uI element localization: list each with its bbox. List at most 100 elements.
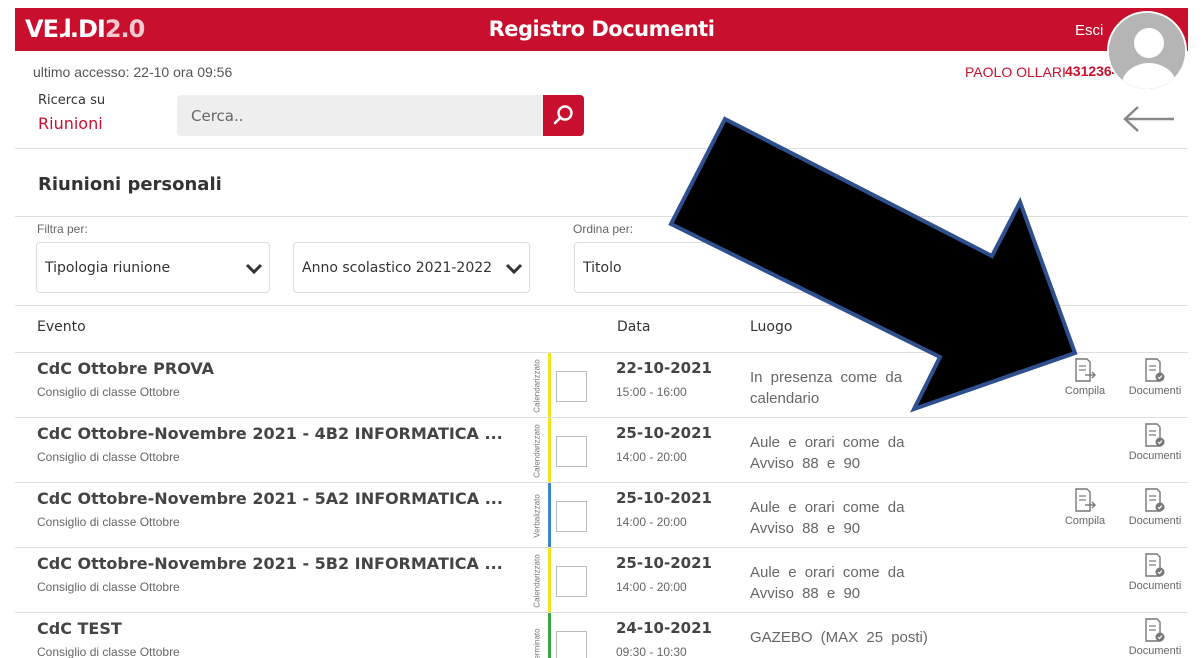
row-title: CdC Ottobre-Novembre 2021 - 4B2 INFORMAT…: [37, 424, 503, 443]
search-icon: [553, 105, 573, 125]
avatar-icon: [1109, 13, 1185, 89]
section-title: Riunioni personali: [38, 174, 222, 195]
search-button[interactable]: [543, 95, 584, 136]
compile-button[interactable]: Compila: [1055, 357, 1115, 397]
user-avatar[interactable]: [1107, 11, 1187, 91]
row-subtitle: Consiglio di classe Ottobre: [37, 385, 180, 399]
top-bar: VEɺ.DI2.0 Registro Documenti Esci: [15, 8, 1188, 51]
documents-button[interactable]: Documenti: [1125, 487, 1185, 527]
row-subtitle: Consiglio di classe Ottobre: [37, 515, 180, 529]
documents-label: Documenti: [1128, 450, 1182, 462]
row-time: 15:00 - 16:00: [616, 385, 687, 399]
row-date: 22-10-2021: [616, 359, 712, 377]
documents-button[interactable]: Documenti: [1125, 617, 1185, 657]
documents-button[interactable]: Documenti: [1125, 357, 1185, 397]
row-title: CdC TEST: [37, 619, 122, 638]
school-year-value: Anno scolastico 2021-2022: [302, 260, 493, 276]
meeting-type-value: Tipologia riunione: [45, 260, 171, 276]
divider: [15, 148, 1188, 149]
row-checkbox[interactable]: [556, 436, 587, 467]
row-time: 14:00 - 20:00: [616, 580, 687, 594]
page-title: Registro Documenti: [488, 17, 715, 41]
logout-link[interactable]: Esci: [1075, 22, 1103, 39]
row-status-label: Terminato: [532, 628, 542, 658]
row-status: Terminato: [530, 617, 544, 658]
row-status-bar: [548, 483, 551, 547]
row-time: 14:00 - 20:00: [616, 450, 687, 464]
row-subtitle: Consiglio di classe Ottobre: [37, 580, 180, 594]
row-checkbox[interactable]: [556, 501, 587, 532]
row-title: CdC Ottobre-Novembre 2021 - 5B2 INFORMAT…: [37, 554, 503, 573]
documents-label: Documenti: [1128, 645, 1182, 657]
row-status-label: Calendarizzato: [532, 424, 542, 478]
row-time: 14:00 - 20:00: [616, 515, 687, 529]
documents-label: Documenti: [1128, 515, 1182, 527]
row-subtitle: Consiglio di classe Ottobre: [37, 450, 180, 464]
school-year-select[interactable]: Anno scolastico 2021-2022: [293, 242, 530, 293]
row-place: GAZEBO (MAX 25 posti): [750, 629, 928, 646]
order-value: Titolo: [583, 260, 622, 276]
compile-icon: [1075, 488, 1096, 512]
document-check-icon: [1145, 488, 1165, 512]
row-checkbox[interactable]: [556, 566, 587, 597]
compile-label: Compila: [1064, 515, 1106, 527]
row-status: Verbalizzato: [530, 487, 544, 545]
row-date: 25-10-2021: [616, 489, 712, 507]
documents-label: Documenti: [1128, 580, 1182, 592]
row-place: Aule e orari come da Avviso 88 e 90: [750, 434, 905, 472]
row-place: In presenza come da calendario: [750, 369, 903, 407]
row-title: CdC Ottobre-Novembre 2021 - 5A2 INFORMAT…: [37, 489, 503, 508]
arrow-left-icon: [1123, 106, 1174, 132]
column-header-date: Data: [617, 319, 651, 335]
user-name: PAOLO OLLARI: [965, 64, 1066, 80]
compile-button[interactable]: Compila: [1055, 487, 1115, 527]
document-check-icon: [1145, 553, 1165, 577]
table-row[interactable]: CdC Ottobre PROVA Consiglio di classe Ot…: [15, 352, 1188, 417]
documents-label: Documenti: [1128, 385, 1182, 397]
row-place: Aule e orari come da Avviso 88 e 90: [750, 564, 905, 602]
column-header-event: Evento: [37, 319, 86, 335]
document-check-icon: [1145, 358, 1165, 382]
divider: [15, 216, 1188, 217]
row-time: 09:30 - 10:30: [616, 645, 687, 658]
filter-label: Filtra per:: [37, 222, 88, 236]
row-status-bar: [548, 548, 551, 612]
order-select[interactable]: Titolo: [574, 242, 814, 293]
search-input[interactable]: [177, 95, 543, 136]
row-status-bar: [548, 353, 551, 417]
meeting-type-select[interactable]: Tipologia riunione: [36, 242, 270, 293]
row-status: Calendarizzato: [530, 357, 544, 415]
divider: [15, 305, 1188, 306]
row-checkbox[interactable]: [556, 371, 587, 402]
row-status-bar: [548, 418, 551, 482]
chevron-down-icon: [245, 263, 263, 275]
row-date: 24-10-2021: [616, 619, 712, 637]
row-subtitle: Consiglio di classe Ottobre: [37, 645, 180, 658]
last-access-text: ultimo accesso: 22-10 ora 09:56: [33, 64, 233, 80]
compile-label: Compila: [1064, 385, 1106, 397]
row-status: Calendarizzato: [530, 422, 544, 480]
row-checkbox[interactable]: [556, 631, 587, 658]
row-status-bar: [548, 613, 551, 658]
search-label: Ricerca su: [38, 93, 106, 108]
order-label: Ordina per:: [573, 222, 634, 236]
column-header-place: Luogo: [750, 319, 793, 335]
chevron-down-icon: [505, 263, 523, 275]
compile-icon: [1075, 358, 1096, 382]
search-target[interactable]: Riunioni: [38, 114, 103, 133]
row-status-label: Calendarizzato: [532, 359, 542, 413]
row-date: 25-10-2021: [616, 424, 712, 442]
row-place: Aule e orari come da Avviso 88 e 90: [750, 499, 905, 537]
row-status: Calendarizzato: [530, 552, 544, 610]
documents-button[interactable]: Documenti: [1125, 422, 1185, 462]
table-row[interactable]: CdC Ottobre-Novembre 2021 - 4B2 INFORMAT…: [15, 417, 1188, 482]
row-date: 25-10-2021: [616, 554, 712, 572]
row-status-label: Verbalizzato: [532, 494, 542, 538]
back-button[interactable]: [1120, 104, 1176, 134]
document-check-icon: [1145, 618, 1165, 642]
table-row[interactable]: CdC Ottobre-Novembre 2021 - 5A2 INFORMAT…: [15, 482, 1188, 547]
table-row[interactable]: CdC Ottobre-Novembre 2021 - 5B2 INFORMAT…: [15, 547, 1188, 612]
documents-button[interactable]: Documenti: [1125, 552, 1185, 592]
table-row[interactable]: CdC TEST Consiglio di classe Ottobre Ter…: [15, 612, 1188, 658]
row-status-label: Calendarizzato: [532, 554, 542, 608]
